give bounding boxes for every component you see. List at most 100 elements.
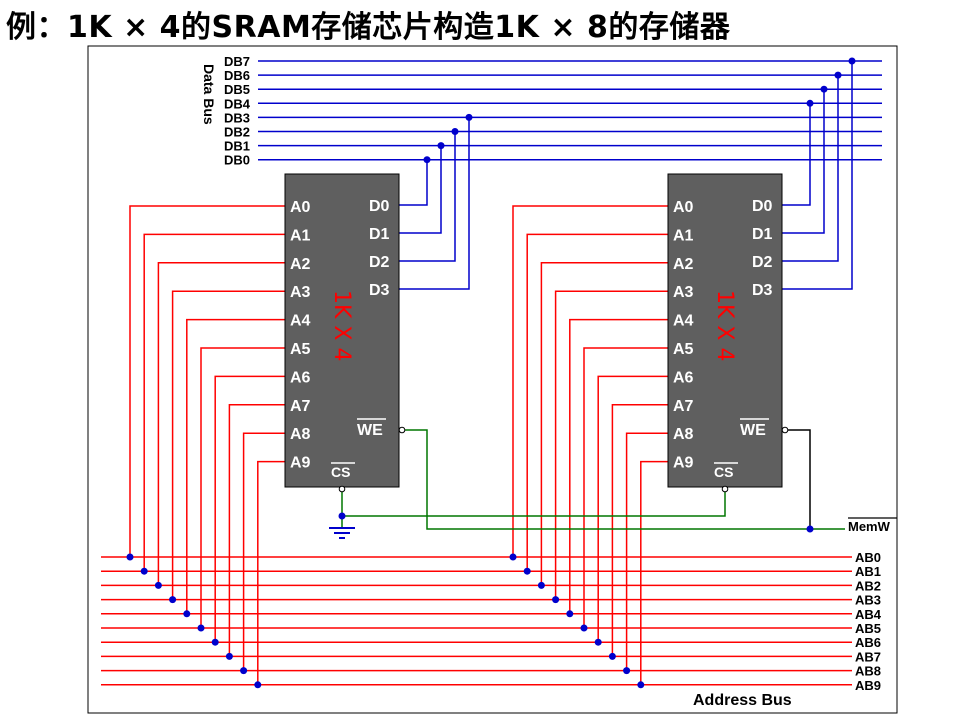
data-wire — [782, 61, 853, 290]
address-junction-dot — [183, 610, 191, 618]
address-bus-line-label: AB4 — [855, 607, 882, 622]
address-wire — [512, 205, 668, 557]
address-wire — [257, 460, 285, 685]
data-junction-dot — [423, 156, 431, 164]
data-wire — [399, 159, 428, 206]
data-bus-line-label: DB6 — [224, 68, 250, 83]
address-wire — [625, 432, 668, 671]
data-wire — [782, 89, 825, 234]
address-wire — [157, 262, 285, 586]
chip-pin-label: A5 — [290, 341, 311, 358]
chip-name-label: 1K X 4 — [329, 290, 354, 361]
chip-cs-label: CS — [331, 464, 350, 480]
cs-inversion-bubble — [338, 485, 346, 493]
cs-link-wire — [342, 492, 726, 517]
data-bus-line-label: DB2 — [224, 125, 250, 140]
address-wire — [640, 460, 668, 685]
address-junction-dot — [594, 638, 602, 646]
address-wire — [540, 262, 668, 586]
data-junction-dot — [437, 142, 445, 150]
address-junction-dot — [566, 610, 574, 618]
chips: A0 A1 A2 A3 A4 A5 A6 A7 A8 A9 D0 D1 D2 D3 WE CS 1K X 4 A0… — [284, 173, 789, 493]
data-bus-line-label: DB7 — [224, 54, 250, 69]
address-junction-dot — [509, 553, 517, 561]
chip-pin-label: A6 — [290, 369, 311, 386]
chip-pin-label: A3 — [290, 284, 311, 301]
we-inversion-bubble — [398, 426, 406, 434]
chip-pin-label: A9 — [290, 455, 311, 472]
memw-label: MemW — [848, 519, 891, 534]
chip-pin-label: A9 — [673, 455, 694, 472]
address-junction-dot — [254, 681, 262, 689]
address-bus-line-label: AB3 — [855, 593, 881, 608]
we-wire — [788, 429, 811, 529]
address-junction-dot — [552, 596, 560, 604]
address-wire — [597, 375, 668, 643]
address-junction-dot — [126, 553, 134, 561]
we-junction-dot — [806, 525, 814, 533]
cs-inversion-bubble — [721, 485, 729, 493]
chip-we-label: WE — [357, 422, 383, 439]
chip-pin-label: A8 — [673, 426, 694, 443]
chip-pin-label: A4 — [673, 313, 694, 330]
chip-pin-label: A2 — [673, 256, 694, 273]
data-wire — [399, 145, 442, 234]
chip-pin-label: A7 — [673, 398, 694, 415]
address-junction-dot — [154, 581, 162, 589]
chip-pin-label: D0 — [369, 198, 390, 215]
data-junction-dot — [834, 71, 842, 79]
address-bus-line-label: AB6 — [855, 635, 881, 650]
address-bus-line-label: AB1 — [855, 564, 881, 579]
address-junction-dot — [211, 638, 219, 646]
address-junction-dot — [637, 681, 645, 689]
chip-pin-label: A4 — [290, 313, 311, 330]
address-bus-label: Address Bus — [693, 692, 792, 709]
chip-pin-label: A1 — [290, 227, 311, 244]
chip-pin-label: A2 — [290, 256, 311, 273]
chip-pin-label: D3 — [369, 282, 390, 299]
address-junction-dot — [140, 567, 148, 575]
data-bus-line-label: DB0 — [224, 153, 250, 168]
data-bus-line-label: DB4 — [224, 96, 251, 111]
cs-junction-dot — [338, 512, 346, 520]
chip-pin-label: A0 — [673, 199, 694, 216]
address-junction-dot — [240, 667, 248, 675]
address-junction-dot — [197, 624, 205, 632]
address-junction-dot — [623, 667, 631, 675]
data-bus-label: Data Bus — [201, 64, 217, 125]
data-junction-dot — [820, 85, 828, 93]
data-bus-line-label: DB5 — [224, 82, 250, 97]
data-junction-dot — [451, 128, 459, 135]
chip-pin-label: A0 — [290, 199, 311, 216]
chip-cs-label: CS — [714, 464, 733, 480]
chip-pin-label: A3 — [673, 284, 694, 301]
data-bus-line-label: DB1 — [224, 139, 250, 154]
address-junction-dot — [580, 624, 588, 632]
data-wire — [399, 117, 470, 290]
address-junction-dot — [523, 567, 531, 575]
chip-pin-label: A1 — [673, 227, 694, 244]
chip-pin-label: A5 — [673, 341, 694, 358]
address-wire — [242, 432, 285, 671]
chip-pin-label: D1 — [752, 226, 773, 243]
address-bus-line-label: AB0 — [855, 550, 881, 565]
data-junction-dot — [848, 57, 856, 65]
address-junction-dot — [225, 652, 233, 660]
chip-pin-label: A8 — [290, 426, 311, 443]
address-junction-dot — [169, 596, 177, 604]
address-wire — [129, 205, 285, 557]
chip-pin-label: D2 — [752, 254, 773, 271]
memory-expansion-diagram: A0 A1 A2 A3 A4 A5 A6 A7 A8 A9 D0 D1 D2 D3 WE CS 1K X 4 A0… — [87, 45, 898, 714]
address-bus-line-label: AB5 — [855, 621, 881, 636]
address-bus-line-label: AB9 — [855, 678, 881, 693]
address-junction-dot — [537, 581, 545, 589]
chip-we-label: WE — [740, 422, 766, 439]
data-junction-dot — [806, 99, 814, 107]
chip-pin-label: D1 — [369, 226, 390, 243]
chip-pin-label: A7 — [290, 398, 311, 415]
chip-pin-label: D2 — [369, 254, 390, 271]
we-inversion-bubble — [781, 426, 789, 434]
address-junction-dot — [608, 652, 616, 660]
chip-pin-label: D0 — [752, 198, 773, 215]
address-wire — [214, 375, 285, 643]
